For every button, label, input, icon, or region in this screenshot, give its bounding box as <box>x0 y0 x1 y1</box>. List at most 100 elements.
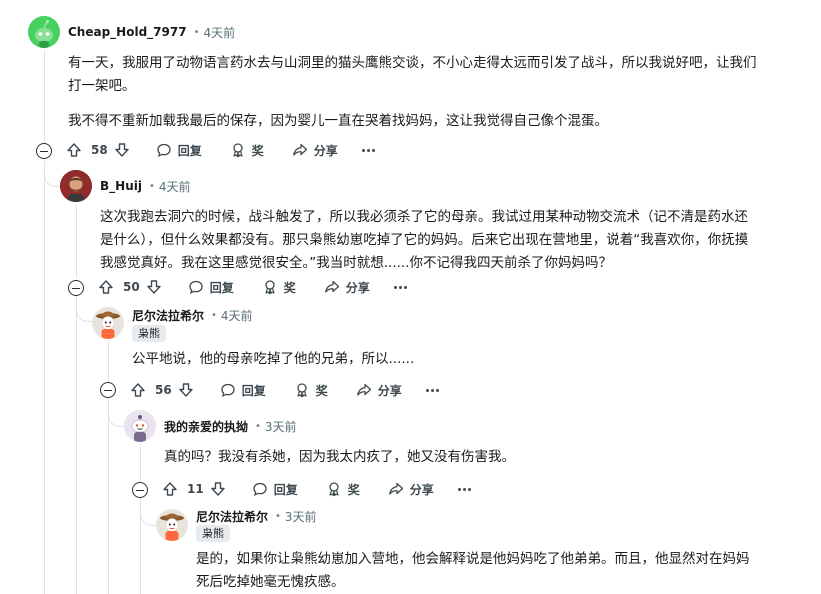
upvote-button[interactable] <box>66 142 82 158</box>
upvote-button[interactable] <box>98 279 114 295</box>
reply-label: 回复 <box>273 482 298 497</box>
comment-paragraph: 这次我跑去洞穴的时候，战斗触发了，所以我必须杀了它的母亲。我试过用某种动物交流术… <box>100 209 749 271</box>
snoo-avatar-icon <box>131 415 149 442</box>
reply-button[interactable]: 回复 <box>252 481 298 498</box>
reply-button[interactable]: 回复 <box>220 382 266 399</box>
award-button[interactable]: 奖 <box>230 142 264 159</box>
thread-connector <box>76 296 93 322</box>
cowboy-avatar-icon <box>96 311 120 339</box>
comment-timestamp[interactable]: 3天前 <box>285 508 317 525</box>
avatar[interactable] <box>92 307 124 339</box>
avatar[interactable] <box>28 16 60 48</box>
thread-line-level-2 <box>76 205 77 278</box>
comment-actions: 56 回复 奖 分享 <box>130 377 439 403</box>
upvote-icon <box>131 383 145 397</box>
reply-icon <box>189 280 203 294</box>
share-icon <box>292 143 307 156</box>
user-flair: 枭熊 <box>196 525 230 542</box>
downvote-button[interactable] <box>146 279 162 295</box>
thread-line-level-1 <box>44 50 45 143</box>
comment-timestamp[interactable]: 4天前 <box>203 24 235 41</box>
downvote-button[interactable] <box>210 481 226 497</box>
thread-connector <box>44 161 61 187</box>
more-icon[interactable] <box>361 148 375 152</box>
comment-body: 有一天，我服用了动物语言药水去与山洞里的猫头鹰熊交谈，不小心走得太远而引发了战斗… <box>68 52 758 133</box>
award-button[interactable]: 奖 <box>294 382 328 399</box>
comment-body: 是的，如果你让枭熊幼崽加入营地，他会解释说是他妈妈吃了他弟弟。而且，他显然对在妈… <box>196 548 756 594</box>
meta-separator: • <box>193 26 200 38</box>
reply-icon <box>157 143 171 157</box>
vote-count: 56 <box>155 383 172 397</box>
reply-button[interactable]: 回复 <box>188 279 234 296</box>
share-icon <box>388 482 403 495</box>
comment-meta: B_Huij • 4天前 <box>100 176 191 196</box>
reply-button[interactable]: 回复 <box>156 142 202 159</box>
comment-paragraph: 我不得不重新加载我最后的保存，因为婴儿一直在哭着找妈妈，这让我觉得自己像个混蛋。 <box>68 113 608 129</box>
share-button[interactable]: 分享 <box>324 279 370 296</box>
upvote-icon <box>67 143 81 157</box>
comment-body: 真的吗？我没有杀她，因为我太内疚了，她又没有伤害我。 <box>164 446 764 469</box>
comment-meta: 我的亲爱的执拗 • 3天前 <box>164 416 297 436</box>
thread-line-level-3-lower <box>108 398 109 594</box>
share-button[interactable]: 分享 <box>356 382 402 399</box>
share-label: 分享 <box>345 280 370 295</box>
thread-connector <box>140 498 157 526</box>
award-label: 奖 <box>283 280 296 295</box>
avatar[interactable] <box>156 509 188 541</box>
comment-author[interactable]: 我的亲爱的执拗 <box>164 418 248 435</box>
vote-count: 50 <box>123 280 140 294</box>
award-button[interactable]: 奖 <box>326 481 360 498</box>
award-icon <box>329 482 339 497</box>
comment-paragraph: 公平地说，他的母亲吃掉了他的兄弟，所以...... <box>132 351 415 367</box>
award-icon <box>265 280 275 295</box>
avatar[interactable] <box>124 410 156 442</box>
comment-author[interactable]: 尼尔法拉希尔 <box>132 307 204 324</box>
upvote-icon <box>163 482 177 496</box>
downvote-button[interactable] <box>114 142 130 158</box>
vote-count: 58 <box>91 143 108 157</box>
share-label: 分享 <box>313 143 338 158</box>
downvote-button[interactable] <box>178 382 194 398</box>
more-icon[interactable] <box>425 388 439 392</box>
collapse-icon[interactable] <box>36 143 52 159</box>
comment-author[interactable]: 尼尔法拉希尔 <box>196 508 268 525</box>
more-icon[interactable] <box>457 487 471 491</box>
reply-label: 回复 <box>209 280 234 295</box>
thread-line-level-4 <box>140 444 141 482</box>
share-icon <box>356 383 371 396</box>
reply-label: 回复 <box>177 143 202 158</box>
reply-icon <box>253 482 267 496</box>
comment-actions: 58 回复 奖 分享 <box>66 137 375 163</box>
downvote-icon <box>211 482 225 496</box>
avatar[interactable] <box>60 170 92 202</box>
comment-timestamp[interactable]: 3天前 <box>265 418 297 435</box>
vote-count: 11 <box>187 482 204 496</box>
award-icon <box>233 143 243 158</box>
upvote-button[interactable] <box>162 481 178 497</box>
comment-actions: 11 回复 奖 分享 <box>162 476 471 502</box>
comment-author[interactable]: B_Huij <box>100 179 142 193</box>
downvote-icon <box>179 383 193 397</box>
user-photo-icon <box>60 170 92 202</box>
comment-actions: 50 回复 奖 分享 <box>98 274 407 300</box>
award-label: 奖 <box>251 143 264 158</box>
more-icon[interactable] <box>393 285 407 289</box>
comment-author[interactable]: Cheap_Hold_7977 <box>68 25 187 39</box>
comment-timestamp[interactable]: 4天前 <box>159 178 191 195</box>
share-button[interactable]: 分享 <box>388 481 434 498</box>
upvote-button[interactable] <box>130 382 146 398</box>
award-button[interactable]: 奖 <box>262 279 296 296</box>
share-button[interactable]: 分享 <box>292 142 338 159</box>
comment-paragraph: 真的吗？我没有杀她，因为我太内疚了，她又没有伤害我。 <box>164 449 515 465</box>
comment-meta: Cheap_Hold_7977 • 4天前 <box>68 22 235 42</box>
comment-meta: 尼尔法拉希尔 • 3天前 <box>196 506 317 526</box>
collapse-icon[interactable] <box>68 280 84 296</box>
share-icon <box>324 280 339 293</box>
share-label: 分享 <box>409 482 434 497</box>
reply-label: 回复 <box>241 383 266 398</box>
user-flair: 枭熊 <box>132 325 166 342</box>
snoo-avatar-icon <box>35 19 53 48</box>
collapse-icon[interactable] <box>132 482 148 498</box>
comment-timestamp[interactable]: 4天前 <box>221 307 253 324</box>
collapse-icon[interactable] <box>100 382 116 398</box>
